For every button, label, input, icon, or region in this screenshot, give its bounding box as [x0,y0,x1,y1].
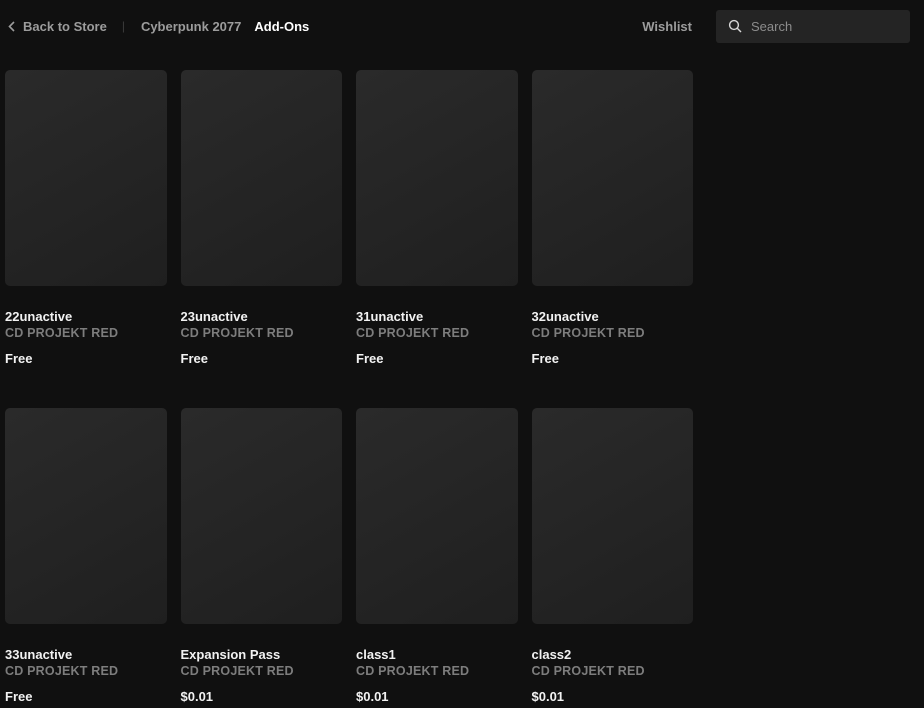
product-image-placeholder[interactable] [5,70,167,286]
chevron-left-icon [8,21,15,32]
addons-grid: 22unactive CD PROJEKT RED Free 23unactiv… [5,70,693,704]
product-publisher: CD PROJEKT RED [5,326,167,340]
product-price: $0.01 [181,690,343,704]
product-publisher: CD PROJEKT RED [356,664,518,678]
product-title: 33unactive [5,647,167,663]
product-card[interactable]: 31unactive CD PROJEKT RED Free [356,70,518,366]
product-publisher: CD PROJEKT RED [181,326,343,340]
search-icon [728,19,742,33]
search-input[interactable] [751,19,910,34]
product-image-placeholder[interactable] [532,408,694,624]
product-image-placeholder[interactable] [181,70,343,286]
product-title: 23unactive [181,309,343,325]
product-card[interactable]: Expansion Pass CD PROJEKT RED $0.01 [181,408,343,704]
product-image-placeholder[interactable] [356,70,518,286]
product-image-placeholder[interactable] [356,408,518,624]
product-publisher: CD PROJEKT RED [532,664,694,678]
product-title: class1 [356,647,518,663]
product-card[interactable]: class1 CD PROJEKT RED $0.01 [356,408,518,704]
product-price: $0.01 [532,690,694,704]
product-title: 22unactive [5,309,167,325]
product-card[interactable]: 22unactive CD PROJEKT RED Free [5,70,167,366]
product-image-placeholder[interactable] [181,408,343,624]
product-card[interactable]: 33unactive CD PROJEKT RED Free [5,408,167,704]
product-title: 31unactive [356,309,518,325]
product-image-placeholder[interactable] [532,70,694,286]
breadcrumb: Back to Store | Cyberpunk 2077 Add-Ons [8,19,309,34]
product-price: Free [5,352,167,366]
product-card[interactable]: class2 CD PROJEKT RED $0.01 [532,408,694,704]
product-title: class2 [532,647,694,663]
wishlist-link[interactable]: Wishlist [642,19,692,34]
top-bar: Back to Store | Cyberpunk 2077 Add-Ons W… [0,0,924,52]
product-card[interactable]: 23unactive CD PROJEKT RED Free [181,70,343,366]
back-to-store-label: Back to Store [23,19,107,34]
product-publisher: CD PROJEKT RED [5,664,167,678]
top-bar-right: Wishlist [642,10,910,43]
search-box[interactable] [716,10,910,43]
breadcrumb-game-title[interactable]: Cyberpunk 2077 [141,19,241,34]
product-title: Expansion Pass [181,647,343,663]
product-price: Free [532,352,694,366]
breadcrumb-separator: | [122,19,125,33]
product-price: $0.01 [356,690,518,704]
product-publisher: CD PROJEKT RED [532,326,694,340]
product-price: Free [5,690,167,704]
back-to-store-button[interactable]: Back to Store [8,19,107,34]
breadcrumb-section-addons: Add-Ons [254,19,309,34]
product-image-placeholder[interactable] [5,408,167,624]
product-publisher: CD PROJEKT RED [356,326,518,340]
product-publisher: CD PROJEKT RED [181,664,343,678]
product-title: 32unactive [532,309,694,325]
product-card[interactable]: 32unactive CD PROJEKT RED Free [532,70,694,366]
product-price: Free [356,352,518,366]
product-price: Free [181,352,343,366]
